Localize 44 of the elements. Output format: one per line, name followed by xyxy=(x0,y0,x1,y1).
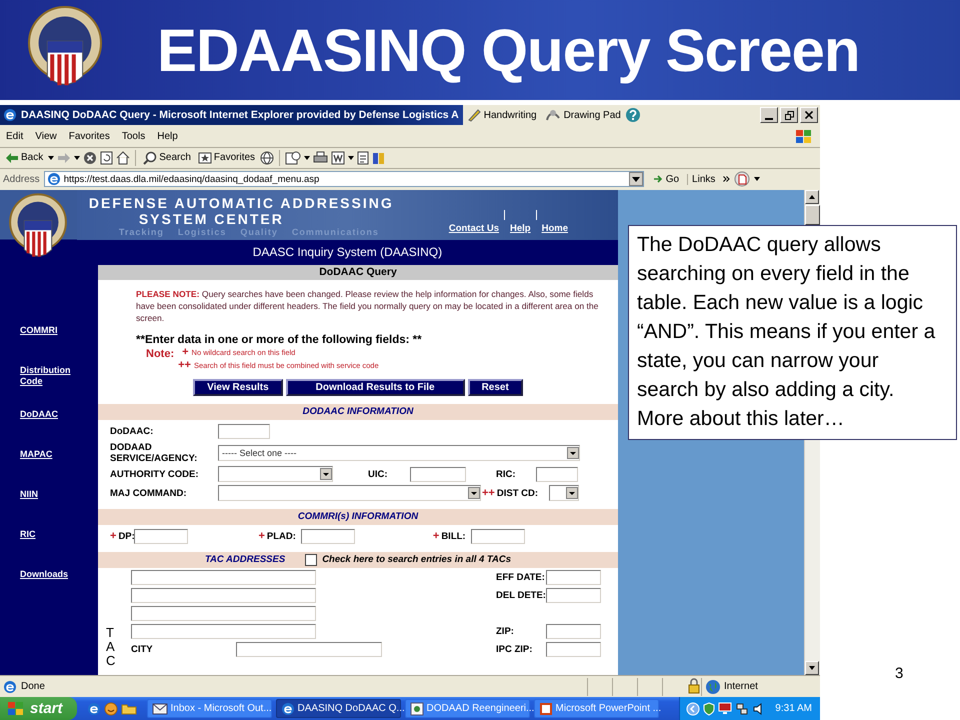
legend-mark: + xyxy=(182,346,189,358)
field-label: IPC ZIP: xyxy=(496,644,534,655)
system-title: DAASC Inquiry System (DAASINQ) xyxy=(252,245,442,260)
field-label: DODAAD SERVICE/AGENCY: xyxy=(110,442,198,464)
field-label: AUTHORITY CODE: xyxy=(110,468,200,480)
slide-number: 3 xyxy=(895,665,904,682)
instruction-text: **Enter data in one or more of the following fields: ** xyxy=(136,334,423,346)
note-text: PLEASE NOTE: Query searches have been changed. Please review the help information for changes. Also, some fields have been consolidated under different headers. The field you normally query on may be located in a different area on the screen. xyxy=(136,288,600,324)
zone-text: Internet xyxy=(724,681,758,692)
side-label: TAC xyxy=(106,626,116,669)
address-label: Address xyxy=(3,174,40,185)
banner-word: Tracking xyxy=(118,226,164,237)
field-label: EFF DATE: xyxy=(496,572,546,583)
field-label: ZIP: xyxy=(496,626,515,637)
field-label: MAJ COMMAND: xyxy=(110,488,188,499)
slide-title: EDAASINQ Query Screen xyxy=(157,16,860,84)
field-label: UIC: xyxy=(368,468,389,480)
field-label: DIST CD: xyxy=(496,488,540,499)
window-title: DAASINQ DoDAAC Query - Microsoft Internet Explorer provided by Defense Logistics A xyxy=(21,109,459,121)
field-label: BILL: xyxy=(441,530,467,542)
required-mark: + xyxy=(110,530,116,542)
section-title: DODAAC INFORMATION xyxy=(302,406,414,418)
required-mark: + xyxy=(432,530,440,542)
clock: 9:31 AM xyxy=(775,703,812,714)
field-label: DEL DETE: xyxy=(496,590,546,601)
banner-title: SYSTEM CENTER xyxy=(138,210,285,227)
field-label: RIC: xyxy=(496,468,517,480)
field-label: PLAD: xyxy=(266,530,297,542)
legend-label: Note: xyxy=(145,346,176,362)
status-text: Done xyxy=(21,681,45,692)
checkbox-label: Check here to search entries in all 4 TACs xyxy=(322,554,512,566)
legend-mark: ++ xyxy=(178,359,191,372)
banner-word: Quality xyxy=(240,226,278,237)
field-label: DP: xyxy=(118,530,134,542)
field-label: CITY xyxy=(131,644,154,655)
banner-title: DEFENSE AUTOMATIC ADDRESSING xyxy=(88,194,395,211)
callout-tooltip: The DoDAAC query allows searching on every field in the table. Each new value is a logic “AND”. This means if you enter a state, you can narrow your search by also adding a city. More about this later… xyxy=(628,225,957,440)
query-title: DoDAAC Query xyxy=(98,264,618,280)
required-mark: + xyxy=(258,530,265,542)
section-title: COMMRI(s) INFORMATION xyxy=(298,511,418,522)
required-mark: ++ xyxy=(482,487,495,500)
banner-word: Logistics xyxy=(178,226,226,237)
section-title: TAC ADDRESSES xyxy=(204,554,286,566)
field-label: DoDAAC: xyxy=(110,426,154,437)
